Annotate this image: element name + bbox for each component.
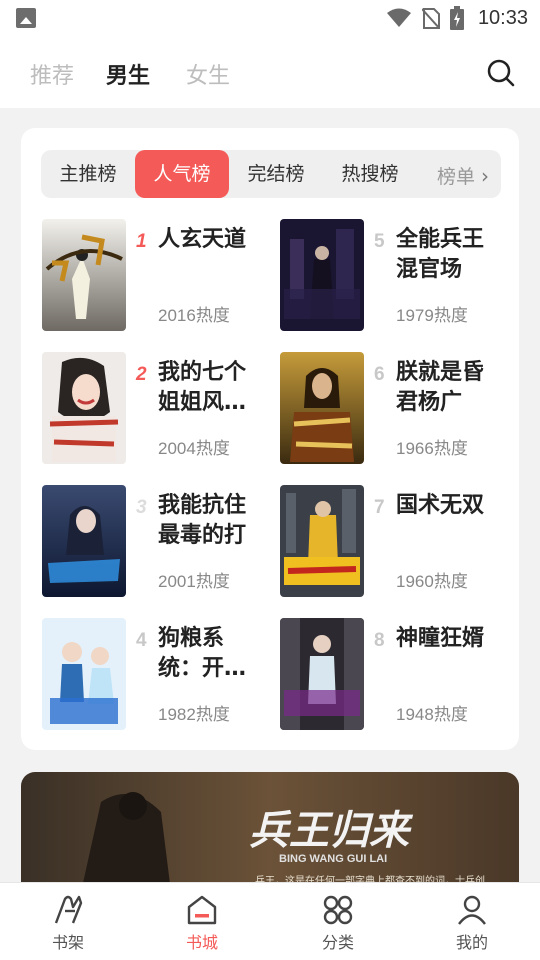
tab-popular-ranking[interactable]: 人气榜: [135, 150, 229, 198]
rank-number: 4: [136, 630, 147, 651]
status-bar: 10:33: [0, 0, 540, 36]
bookstore-icon: [185, 893, 219, 927]
book-title: 朕就是昏君杨广: [396, 360, 485, 415]
banner-subtitle: BING WANG GUI LAI: [279, 853, 387, 865]
book-title: 我能抗住最毒的打: [158, 493, 247, 548]
book-cover: [280, 485, 364, 597]
tab-male[interactable]: 男生: [106, 58, 150, 90]
rank-number: 2: [136, 364, 147, 385]
status-time: 10:33: [477, 6, 528, 29]
rank-number: 3: [136, 497, 147, 518]
tab-female[interactable]: 女生: [186, 58, 230, 90]
nav-bookshelf[interactable]: 书架: [28, 893, 108, 953]
rank-number: 6: [374, 364, 385, 385]
book-cover: [280, 219, 364, 331]
nav-category[interactable]: 分类: [298, 893, 378, 953]
promo-banner[interactable]: 兵王归来 BING WANG GUI LAI 兵王，这是在任何一部字典上都查不到…: [21, 772, 519, 892]
tab-hot-search-ranking[interactable]: 热搜榜: [323, 150, 417, 198]
tab-recommend[interactable]: 推荐: [30, 58, 74, 90]
book-item[interactable]: 8 神瞳狂婿 1948热度: [280, 618, 510, 730]
nav-bookstore-label: 书城: [185, 933, 218, 952]
nav-bookshelf-label: 书架: [51, 933, 84, 952]
ranking-tabs: 主推榜 人气榜 完结榜 热搜榜: [41, 150, 501, 198]
book-item[interactable]: 1 人玄天道 2016热度: [42, 219, 272, 331]
wifi-icon: [386, 8, 412, 28]
status-icons: 10:33: [386, 6, 528, 30]
book-heat: 2001热度: [158, 572, 230, 591]
book-item[interactable]: 3 我能抗住最毒的打 2001热度: [42, 485, 272, 597]
book-heat: 1982热度: [158, 705, 230, 724]
book-heat: 1960热度: [396, 572, 468, 591]
search-icon[interactable]: [486, 58, 516, 88]
book-title: 狗粮系统：开…: [158, 626, 247, 681]
book-heat: 1979热度: [396, 306, 468, 325]
banner-title: 兵王归来: [249, 808, 414, 854]
book-cover: [42, 618, 126, 730]
rank-number: 5: [374, 231, 385, 252]
top-nav: 推荐 男生 女生: [0, 36, 540, 108]
ranking-card: 主推榜 人气榜 完结榜 热搜榜 榜单 › 1 人玄天道 2016热度 2 我的七个…: [21, 128, 519, 750]
tab-main-ranking[interactable]: 主推榜: [41, 150, 135, 198]
book-cover: [280, 618, 364, 730]
book-title: 人玄天道: [158, 227, 247, 252]
book-title: 全能兵王混官场: [396, 227, 485, 282]
category-icon: [321, 893, 355, 927]
nav-profile[interactable]: 我的: [432, 893, 512, 953]
ranking-list-link[interactable]: 榜单 ›: [437, 162, 489, 189]
book-heat: 2016热度: [158, 306, 230, 325]
rank-number: 8: [374, 630, 385, 651]
book-item[interactable]: 5 全能兵王混官场 1979热度: [280, 219, 510, 331]
book-cover: [42, 219, 126, 331]
ranking-list-label: 榜单: [437, 166, 476, 188]
book-cover: [42, 352, 126, 464]
book-item[interactable]: 4 狗粮系统：开… 1982热度: [42, 618, 272, 730]
no-sim-icon: [421, 7, 440, 29]
book-title: 神瞳狂婿: [396, 626, 485, 651]
bottom-nav: 书架 书城 分类 我的: [0, 882, 540, 960]
book-heat: 2004热度: [158, 439, 230, 458]
nav-profile-label: 我的: [455, 933, 488, 952]
bookshelf-icon: [51, 893, 85, 927]
tab-completed-ranking[interactable]: 完结榜: [229, 150, 323, 198]
book-title: 我的七个姐姐风…: [158, 360, 247, 415]
book-cover: [42, 485, 126, 597]
chevron-right-icon: ›: [481, 164, 490, 188]
gallery-icon: [16, 8, 36, 28]
book-item[interactable]: 7 国术无双 1960热度: [280, 485, 510, 597]
book-item[interactable]: 2 我的七个姐姐风… 2004热度: [42, 352, 272, 464]
profile-icon: [455, 893, 489, 927]
rank-number: 7: [374, 497, 385, 518]
book-item[interactable]: 6 朕就是昏君杨广 1966热度: [280, 352, 510, 464]
nav-bookstore[interactable]: 书城: [162, 893, 242, 953]
book-title: 国术无双: [396, 493, 485, 518]
book-cover: [280, 352, 364, 464]
book-heat: 1948热度: [396, 705, 468, 724]
rank-number: 1: [136, 231, 147, 252]
battery-icon: [449, 6, 464, 30]
nav-category-label: 分类: [321, 933, 354, 952]
book-heat: 1966热度: [396, 439, 468, 458]
